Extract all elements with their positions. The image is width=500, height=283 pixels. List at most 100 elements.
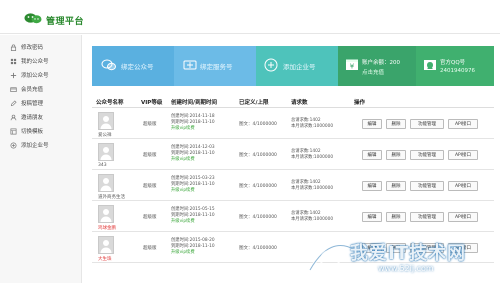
usage-limit: 图文：4/1000000 <box>239 122 277 127</box>
upgrade-link[interactable]: 升级vip续费 <box>171 126 215 132</box>
account-name: 大生珠 <box>98 257 112 262</box>
upgrade-link[interactable]: 升级vip续费 <box>171 219 215 225</box>
svg-text:¥: ¥ <box>350 63 355 71</box>
sidebar: 修改密码 我的公众号 添加公众号 会员充值 投稿管理 邀请朋友 切换模板 添加企… <box>0 35 82 283</box>
table-header: 公众号名称 VIP等级 创建时间/到期时间 已定义/上限 请求数 操作 <box>92 94 494 108</box>
col-vip: VIP等级 <box>141 100 163 106</box>
qq-label: 官方QQ号 <box>440 60 466 66</box>
request-counts: 总请求数:1402 本月请求数:1000000 <box>291 180 333 192</box>
sidebar-item-label: 添加企业号 <box>21 143 49 149</box>
col-requests: 请求数 <box>291 100 308 106</box>
user-icon <box>10 114 17 121</box>
wallet-icon: ¥ <box>344 57 360 73</box>
watermark-text: 我爱IT技术网 <box>350 243 466 264</box>
sidebar-item-label: 修改密码 <box>21 45 44 51</box>
add-enterprise-tile[interactable]: 添加企业号 <box>256 46 338 86</box>
delete-button[interactable]: 删除 <box>386 212 406 222</box>
usage-limit: 图文：4/1000000 <box>239 215 277 220</box>
date-info: 创建时间:2015-08-20 到期时间:2018-11-10 升级vip续费 <box>171 238 215 256</box>
edit-button[interactable]: 编辑 <box>362 150 382 160</box>
sidebar-item-invite[interactable]: 邀请朋友 <box>10 110 80 124</box>
function-manage-button[interactable]: 功能管理 <box>410 181 444 191</box>
vip-level: 超级版 <box>143 153 157 158</box>
lock-icon <box>10 44 17 51</box>
col-actions: 操作 <box>354 100 366 106</box>
plus-icon <box>10 72 17 79</box>
tile-label: 绑定服务号 <box>200 63 233 71</box>
watermark-url: www.52ij.com <box>378 264 434 273</box>
avatar <box>98 174 114 192</box>
enterprise-icon <box>263 57 279 73</box>
api-button[interactable]: API接口 <box>448 119 478 129</box>
app-title: 管理平台 <box>46 17 85 27</box>
bind-public-account-tile[interactable]: 绑定公众号 <box>92 46 174 86</box>
account-name: 爱公祥 <box>98 133 112 138</box>
sidebar-item-add-enterprise[interactable]: 添加企业号 <box>10 138 80 152</box>
api-button[interactable]: API接口 <box>448 181 478 191</box>
vip-level: 超级版 <box>143 215 157 220</box>
date-info: 创建时间:2015-05-15 到期时间:2018-11-10 升级vip续费 <box>171 207 215 225</box>
bind-service-account-tile[interactable]: 绑定服务号 <box>174 46 256 86</box>
sidebar-item-recharge[interactable]: 会员充值 <box>10 82 80 96</box>
wechat-icon <box>101 57 117 73</box>
month-requests: 本月请求数:1000000 <box>291 217 334 222</box>
table-row: 343 超级版 创建时间:2014-12-03 到期时间:2018-11-10 … <box>92 140 494 170</box>
upgrade-link[interactable]: 升级vip续费 <box>171 188 215 194</box>
table-row: 道外商务生活 超级版 创建时间:2015-03-23 到期时间:2018-11-… <box>92 171 494 201</box>
month-requests: 本月请求数:1000000 <box>291 155 334 160</box>
edit-button[interactable]: 编辑 <box>362 212 382 222</box>
api-button[interactable]: API接口 <box>448 150 478 160</box>
request-counts: 总请求数:1402 本月请求数:1000000 <box>291 118 333 130</box>
avatar <box>98 236 114 254</box>
vip-level: 超级版 <box>143 122 157 127</box>
sidebar-item-label: 我的公众号 <box>21 59 49 65</box>
balance-label: 账户余额：200 <box>362 60 400 66</box>
avatar <box>98 143 114 161</box>
function-manage-button[interactable]: 功能管理 <box>410 119 444 129</box>
grid-icon <box>10 58 17 65</box>
sidebar-item-label: 邀请朋友 <box>21 115 44 121</box>
function-manage-button[interactable]: 功能管理 <box>410 150 444 160</box>
edit-button[interactable]: 编辑 <box>362 181 382 191</box>
delete-button[interactable]: 删除 <box>386 119 406 129</box>
upgrade-link[interactable]: 升级vip续费 <box>171 157 215 163</box>
col-fans: 已定义/上限 <box>239 100 269 106</box>
sidebar-item-add-account[interactable]: 添加公众号 <box>10 68 80 82</box>
tile-label: 绑定公众号 <box>121 63 154 71</box>
vip-level: 超级版 <box>143 246 157 251</box>
sidebar-item-switch-template[interactable]: 切换模板 <box>10 124 80 138</box>
card-icon <box>10 86 17 93</box>
avatar <box>98 205 114 223</box>
sidebar-item-my-accounts[interactable]: 我的公众号 <box>10 54 80 68</box>
site-watermark: 我爱IT技术网 www.52ij.com <box>300 230 500 283</box>
sidebar-item-change-password[interactable]: 修改密码 <box>10 40 80 54</box>
month-requests: 本月请求数:1000000 <box>291 124 334 129</box>
sidebar-item-submissions[interactable]: 投稿管理 <box>10 96 80 110</box>
official-qq-tile[interactable]: 官方QQ号 2401940976 <box>416 46 494 86</box>
service-icon <box>182 57 198 73</box>
account-name: 鸡球金鹏 <box>98 226 116 231</box>
wechat-logo-icon <box>24 13 42 24</box>
account-balance-tile[interactable]: ¥ 账户余额：200 点击充值 <box>338 46 416 86</box>
template-icon <box>10 128 17 135</box>
request-counts: 总请求数:1402 本月请求数:1000000 <box>291 211 333 223</box>
delete-button[interactable]: 删除 <box>386 150 406 160</box>
function-manage-button[interactable]: 功能管理 <box>410 212 444 222</box>
upgrade-link[interactable]: 升级vip续费 <box>171 250 215 256</box>
recharge-link[interactable]: 点击充值 <box>362 68 384 76</box>
api-button[interactable]: API接口 <box>448 212 478 222</box>
edit-icon <box>10 99 17 107</box>
account-name: 343 <box>98 163 107 168</box>
tile-label: 添加企业号 <box>283 63 316 71</box>
sidebar-item-label: 投稿管理 <box>21 101 44 107</box>
date-info: 创建时间:2014-11-18 到期时间:2018-11-10 升级vip续费 <box>171 114 215 132</box>
usage-limit: 图文：4/1000000 <box>239 246 277 251</box>
edit-button[interactable]: 编辑 <box>362 119 382 129</box>
request-counts: 总请求数:1402 本月请求数:1000000 <box>291 149 333 161</box>
quick-tiles: 绑定公众号 绑定服务号 添加企业号 ¥ 账户余额：200 点击充值 官方QQ号 <box>92 46 494 86</box>
sidebar-item-label: 添加公众号 <box>21 73 49 79</box>
account-name: 道外商务生活 <box>98 195 125 200</box>
usage-limit: 图文：4/1000000 <box>239 184 277 189</box>
table-row: 鸡球金鹏 超级版 创建时间:2015-05-15 到期时间:2018-11-10… <box>92 202 494 232</box>
delete-button[interactable]: 删除 <box>386 181 406 191</box>
